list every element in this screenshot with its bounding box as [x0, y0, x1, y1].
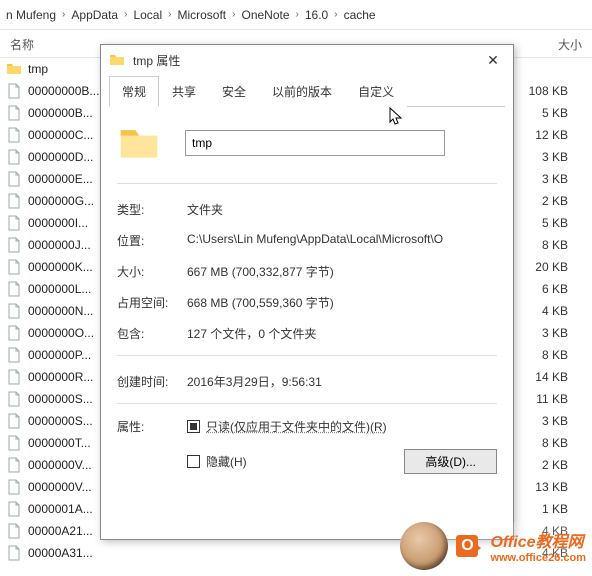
folder-icon — [6, 61, 22, 77]
label-contains: 包含: — [117, 325, 187, 342]
breadcrumb-segment[interactable]: cache — [344, 8, 376, 22]
breadcrumb-segment[interactable]: n Mufeng — [6, 8, 56, 22]
dialog-title: tmp 属性 — [133, 52, 473, 69]
file-icon — [6, 369, 22, 385]
header-size[interactable]: 大小 — [522, 30, 592, 57]
file-icon — [6, 347, 22, 363]
file-icon — [6, 237, 22, 253]
tab-1[interactable]: 共享 — [159, 76, 209, 107]
file-icon — [6, 413, 22, 429]
hidden-checkbox[interactable] — [187, 455, 200, 468]
file-icon — [6, 127, 22, 143]
file-size: 2 KB — [516, 458, 586, 472]
properties-dialog: tmp 属性 ✕ 常规共享安全以前的版本自定义 类型:文件夹 位置:C:\Use… — [100, 44, 514, 540]
file-icon — [6, 391, 22, 407]
breadcrumb-segment[interactable]: Local — [133, 8, 162, 22]
file-icon — [6, 259, 22, 275]
advanced-button[interactable]: 高级(D)... — [404, 449, 497, 474]
label-location: 位置: — [117, 232, 187, 249]
file-icon — [6, 435, 22, 451]
label-size: 大小: — [117, 263, 187, 280]
file-icon — [6, 479, 22, 495]
file-size: 4 KB — [516, 304, 586, 318]
label-sizeondisk: 占用空间: — [117, 294, 187, 311]
file-size: 1 KB — [516, 502, 586, 516]
avatar — [400, 522, 448, 570]
file-icon — [6, 149, 22, 165]
value-sizeondisk: 668 MB (700,559,360 字节) — [187, 294, 497, 311]
chevron-right-icon: › — [168, 9, 171, 20]
file-size: 3 KB — [516, 172, 586, 186]
breadcrumb-segment[interactable]: OneNote — [242, 8, 290, 22]
file-icon — [6, 83, 22, 99]
file-size: 3 KB — [516, 150, 586, 164]
label-type: 类型: — [117, 201, 187, 218]
readonly-label: 只读(仅应用于文件夹中的文件)(R) — [206, 418, 387, 435]
header-name[interactable]: 名称 — [0, 30, 100, 57]
tab-strip: 常规共享安全以前的版本自定义 — [109, 75, 505, 107]
label-attributes: 属性: — [117, 418, 187, 435]
close-button[interactable]: ✕ — [473, 45, 513, 75]
file-size: 14 KB — [516, 370, 586, 384]
watermark-title: Office教程网 — [490, 528, 586, 552]
logo-icon: O — [456, 535, 478, 557]
file-icon — [6, 545, 22, 561]
chevron-right-icon: › — [232, 9, 235, 20]
file-icon — [6, 105, 22, 121]
folder-icon — [109, 52, 125, 68]
label-created: 创建时间: — [117, 373, 187, 390]
file-size: 11 KB — [516, 392, 586, 406]
tab-2[interactable]: 安全 — [209, 76, 259, 107]
chevron-right-icon: › — [62, 9, 65, 20]
file-icon — [6, 281, 22, 297]
file-icon — [6, 501, 22, 517]
chevron-right-icon: › — [296, 9, 299, 20]
breadcrumb-segment[interactable]: 16.0 — [305, 8, 328, 22]
value-created: 2016年3月29日，9:56:31 — [187, 373, 497, 390]
titlebar[interactable]: tmp 属性 ✕ — [101, 45, 513, 75]
file-size: 5 KB — [516, 106, 586, 120]
file-icon — [6, 325, 22, 341]
watermark-url: www.office26.com — [490, 552, 586, 564]
breadcrumb[interactable]: n Mufeng › AppData › Local › Microsoft › OneNote… — [0, 0, 592, 30]
file-size: 5 KB — [516, 216, 586, 230]
folder-large-icon — [117, 121, 161, 165]
file-size: 20 KB — [516, 260, 586, 274]
value-location: C:\Users\Lin Mufeng\AppData\Local\Micros… — [187, 232, 497, 249]
divider — [117, 355, 497, 356]
value-size: 667 MB (700,332,877 字节) — [187, 263, 497, 280]
file-icon — [6, 215, 22, 231]
file-size: 12 KB — [516, 128, 586, 142]
file-icon — [6, 457, 22, 473]
file-size: 8 KB — [516, 436, 586, 450]
chevron-right-icon: › — [124, 9, 127, 20]
file-icon — [6, 303, 22, 319]
divider — [117, 183, 497, 184]
breadcrumb-segment[interactable]: Microsoft — [177, 8, 226, 22]
folder-name-input[interactable] — [185, 130, 445, 156]
value-contains: 127 个文件，0 个文件夹 — [187, 325, 497, 342]
tab-general-body: 类型:文件夹 位置:C:\Users\Lin Mufeng\AppData\Lo… — [101, 107, 513, 488]
hidden-label: 隐藏(H) — [206, 453, 247, 470]
file-icon — [6, 523, 22, 539]
tab-3[interactable]: 以前的版本 — [259, 76, 345, 107]
file-icon — [6, 171, 22, 187]
file-size: 3 KB — [516, 414, 586, 428]
file-icon — [6, 193, 22, 209]
value-type: 文件夹 — [187, 201, 497, 218]
file-size: 3 KB — [516, 326, 586, 340]
chevron-right-icon: › — [334, 9, 337, 20]
readonly-checkbox[interactable] — [187, 420, 200, 433]
breadcrumb-segment[interactable]: AppData — [71, 8, 118, 22]
watermark: O Office教程网 www.office26.com — [400, 522, 586, 570]
tab-4[interactable]: 自定义 — [345, 76, 407, 107]
file-size: 13 KB — [516, 480, 586, 494]
divider — [117, 403, 497, 404]
file-size: 108 KB — [516, 84, 586, 98]
file-size: 6 KB — [516, 282, 586, 296]
file-size: 8 KB — [516, 348, 586, 362]
file-size: 2 KB — [516, 194, 586, 208]
file-size: 8 KB — [516, 238, 586, 252]
tab-0[interactable]: 常规 — [109, 76, 159, 107]
